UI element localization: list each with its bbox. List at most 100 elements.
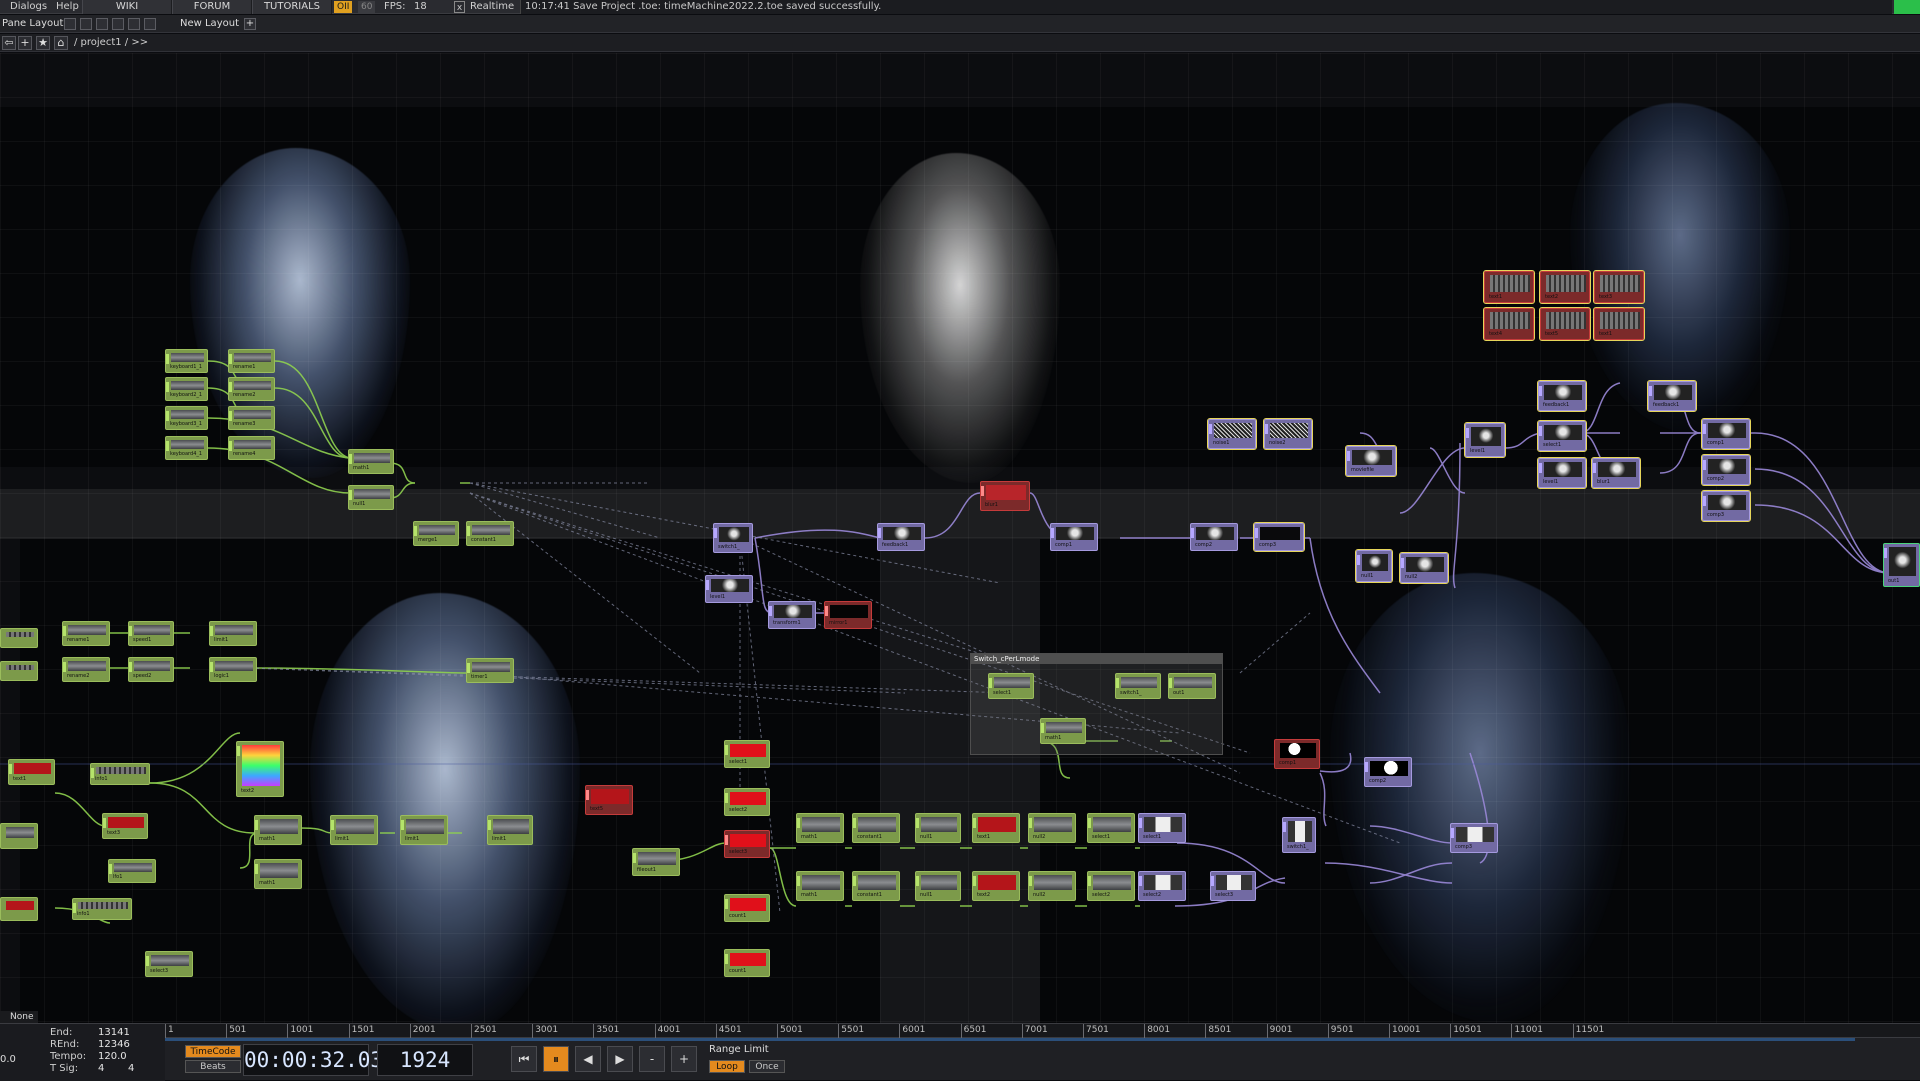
- chain-a6-node[interactable]: select1: [1087, 813, 1135, 843]
- switch-c-node[interactable]: out1: [1168, 673, 1216, 699]
- menu-dialogs[interactable]: Dialogs: [6, 0, 51, 14]
- switch1-top-node[interactable]: switch1_: [713, 523, 753, 553]
- menu-help[interactable]: Help: [52, 0, 83, 14]
- level3-top-node[interactable]: level1: [1537, 457, 1587, 489]
- comp5-top-node[interactable]: comp2: [1701, 454, 1751, 486]
- keyboard2-node[interactable]: keyboard2_1: [165, 377, 208, 401]
- info2-node[interactable]: info1: [72, 898, 132, 920]
- comp7-top-node[interactable]: comp2: [1364, 757, 1412, 787]
- keyboard3-node[interactable]: keyboard3_1: [165, 406, 208, 430]
- star-icon[interactable]: ★: [36, 36, 50, 50]
- select-top-node[interactable]: select1: [1537, 420, 1587, 452]
- pause-icon[interactable]: ⏸: [543, 1046, 569, 1072]
- breadcrumb[interactable]: / project1 / >>: [74, 34, 148, 52]
- limit1-node[interactable]: limit1: [209, 621, 257, 646]
- once-button[interactable]: Once: [749, 1060, 785, 1073]
- tab-tutorials[interactable]: TUTORIALS: [252, 0, 332, 14]
- fileout1-node[interactable]: fileout1: [632, 848, 680, 876]
- text5-node[interactable]: text5: [585, 785, 633, 815]
- rewind-icon[interactable]: ⏮: [511, 1046, 537, 1072]
- text1-node[interactable]: text1: [8, 759, 55, 785]
- bars3-top-node[interactable]: select3: [1210, 871, 1256, 901]
- layout-single-button[interactable]: [64, 18, 76, 30]
- text3-node[interactable]: text3: [102, 813, 148, 839]
- chain-a2-node[interactable]: constant1: [852, 813, 900, 843]
- red-top-a1-node[interactable]: text1: [1483, 270, 1535, 304]
- comp3-top-node[interactable]: comp3: [1253, 522, 1305, 552]
- lfo1-node[interactable]: lfo1: [108, 859, 156, 883]
- tempo-value[interactable]: 120.0: [98, 1051, 127, 1063]
- switch2-top-node[interactable]: switch1_: [1282, 817, 1316, 853]
- level1-top-node[interactable]: level1: [705, 575, 753, 603]
- timeline-ruler[interactable]: 1 501 1001 1501 2001 2501 3001 3501 4001 4501 5001…: [165, 1024, 1920, 1038]
- math2-node[interactable]: math1: [254, 815, 302, 845]
- bars2-top-node[interactable]: select2: [1138, 871, 1186, 901]
- switch-b-node[interactable]: switch1_: [1115, 673, 1161, 699]
- end-value[interactable]: 13141: [98, 1027, 130, 1039]
- speed2-node[interactable]: speed2: [128, 657, 174, 682]
- comp2-top-node[interactable]: comp2: [1190, 523, 1238, 551]
- comp8-top-node[interactable]: comp3: [1450, 823, 1498, 853]
- red4-node[interactable]: count1: [724, 894, 770, 922]
- chain-b2-node[interactable]: constant1: [852, 871, 900, 901]
- chain-b3-node[interactable]: null1: [915, 871, 961, 901]
- red1-node[interactable]: select1: [724, 740, 770, 768]
- sixty-button[interactable]: 60: [358, 1, 376, 13]
- comp6-top-node[interactable]: comp3: [1701, 490, 1751, 522]
- network-editor[interactable]: Switch_cPerLmode keyboard1_1 keyboard2_1…: [0, 53, 1920, 1023]
- info1-node[interactable]: info1: [90, 763, 150, 785]
- rename4-node[interactable]: rename4: [228, 436, 275, 460]
- white-square-top-node[interactable]: comp1: [1274, 739, 1320, 769]
- rend-value[interactable]: 12346: [98, 1039, 130, 1051]
- color-palette[interactable]: None: [0, 1011, 38, 1023]
- keyboard4-node[interactable]: keyboard4_1: [165, 436, 208, 460]
- red2-node[interactable]: select2: [724, 788, 770, 816]
- filter3-node[interactable]: limit1: [487, 815, 533, 845]
- step-back-icon[interactable]: ◀: [575, 1046, 601, 1072]
- speed1-node[interactable]: speed1: [128, 621, 174, 646]
- switch-a-node[interactable]: select1: [988, 673, 1034, 699]
- chain-a3-node[interactable]: null1: [915, 813, 961, 843]
- merge1-node[interactable]: merge1: [413, 521, 459, 546]
- layout-grid-button[interactable]: [144, 18, 156, 30]
- chain-b6-node[interactable]: select2: [1087, 871, 1135, 901]
- timecode-display[interactable]: 00:00:32.03: [243, 1044, 383, 1076]
- count1-node[interactable]: [0, 823, 38, 849]
- red3-node[interactable]: select3: [724, 830, 770, 858]
- rename2b-node[interactable]: rename2: [62, 657, 110, 682]
- noise1-top-node[interactable]: noise1: [1207, 418, 1257, 450]
- level2-top-node[interactable]: level1: [1464, 422, 1506, 458]
- out1-top-node[interactable]: out1: [1883, 543, 1920, 587]
- chain-a5-node[interactable]: null2: [1028, 813, 1076, 843]
- minus-icon[interactable]: -: [639, 1046, 665, 1072]
- rename3-node[interactable]: rename3: [228, 406, 275, 430]
- frame-display[interactable]: 1924: [377, 1044, 473, 1076]
- home-icon[interactable]: ⌂: [54, 36, 68, 50]
- logic1-node[interactable]: logic1: [209, 657, 257, 682]
- feedback2-top-node[interactable]: feedback1: [1537, 380, 1587, 412]
- loop-button[interactable]: Loop: [709, 1060, 745, 1073]
- moviefile-top-node[interactable]: moviefile: [1345, 445, 1397, 477]
- keyboard1-node[interactable]: keyboard1_1: [165, 349, 208, 373]
- blur2-top-node[interactable]: blur1: [1591, 457, 1641, 489]
- constant1-node[interactable]: constant1: [466, 521, 514, 546]
- switch-d-node[interactable]: math1: [1040, 718, 1086, 744]
- timecode-toggle[interactable]: TimeCode: [185, 1045, 241, 1058]
- new-layout-button[interactable]: New Layout: [180, 15, 239, 33]
- layout-triple-button[interactable]: [112, 18, 124, 30]
- rename2-node[interactable]: rename2: [228, 377, 275, 401]
- filter2-node[interactable]: limit1: [400, 815, 448, 845]
- back-icon[interactable]: ⇦: [2, 36, 16, 50]
- step-forward-icon[interactable]: ▶: [607, 1046, 633, 1072]
- transform1-top-node[interactable]: transform1: [768, 601, 816, 629]
- chain-a4-node[interactable]: text1: [972, 813, 1020, 843]
- none-label[interactable]: None: [0, 1011, 38, 1023]
- add-layout-button[interactable]: +: [244, 18, 256, 30]
- feedback3-top-node[interactable]: feedback1: [1647, 380, 1697, 412]
- layout-split-h-button[interactable]: [96, 18, 108, 30]
- realtime-checkbox[interactable]: x: [454, 1, 465, 13]
- comp1-top-node[interactable]: comp1: [1050, 523, 1098, 551]
- chain-b4-node[interactable]: text2: [972, 871, 1020, 901]
- rename1-node[interactable]: rename1: [228, 349, 275, 373]
- null1-node[interactable]: null1: [348, 485, 394, 510]
